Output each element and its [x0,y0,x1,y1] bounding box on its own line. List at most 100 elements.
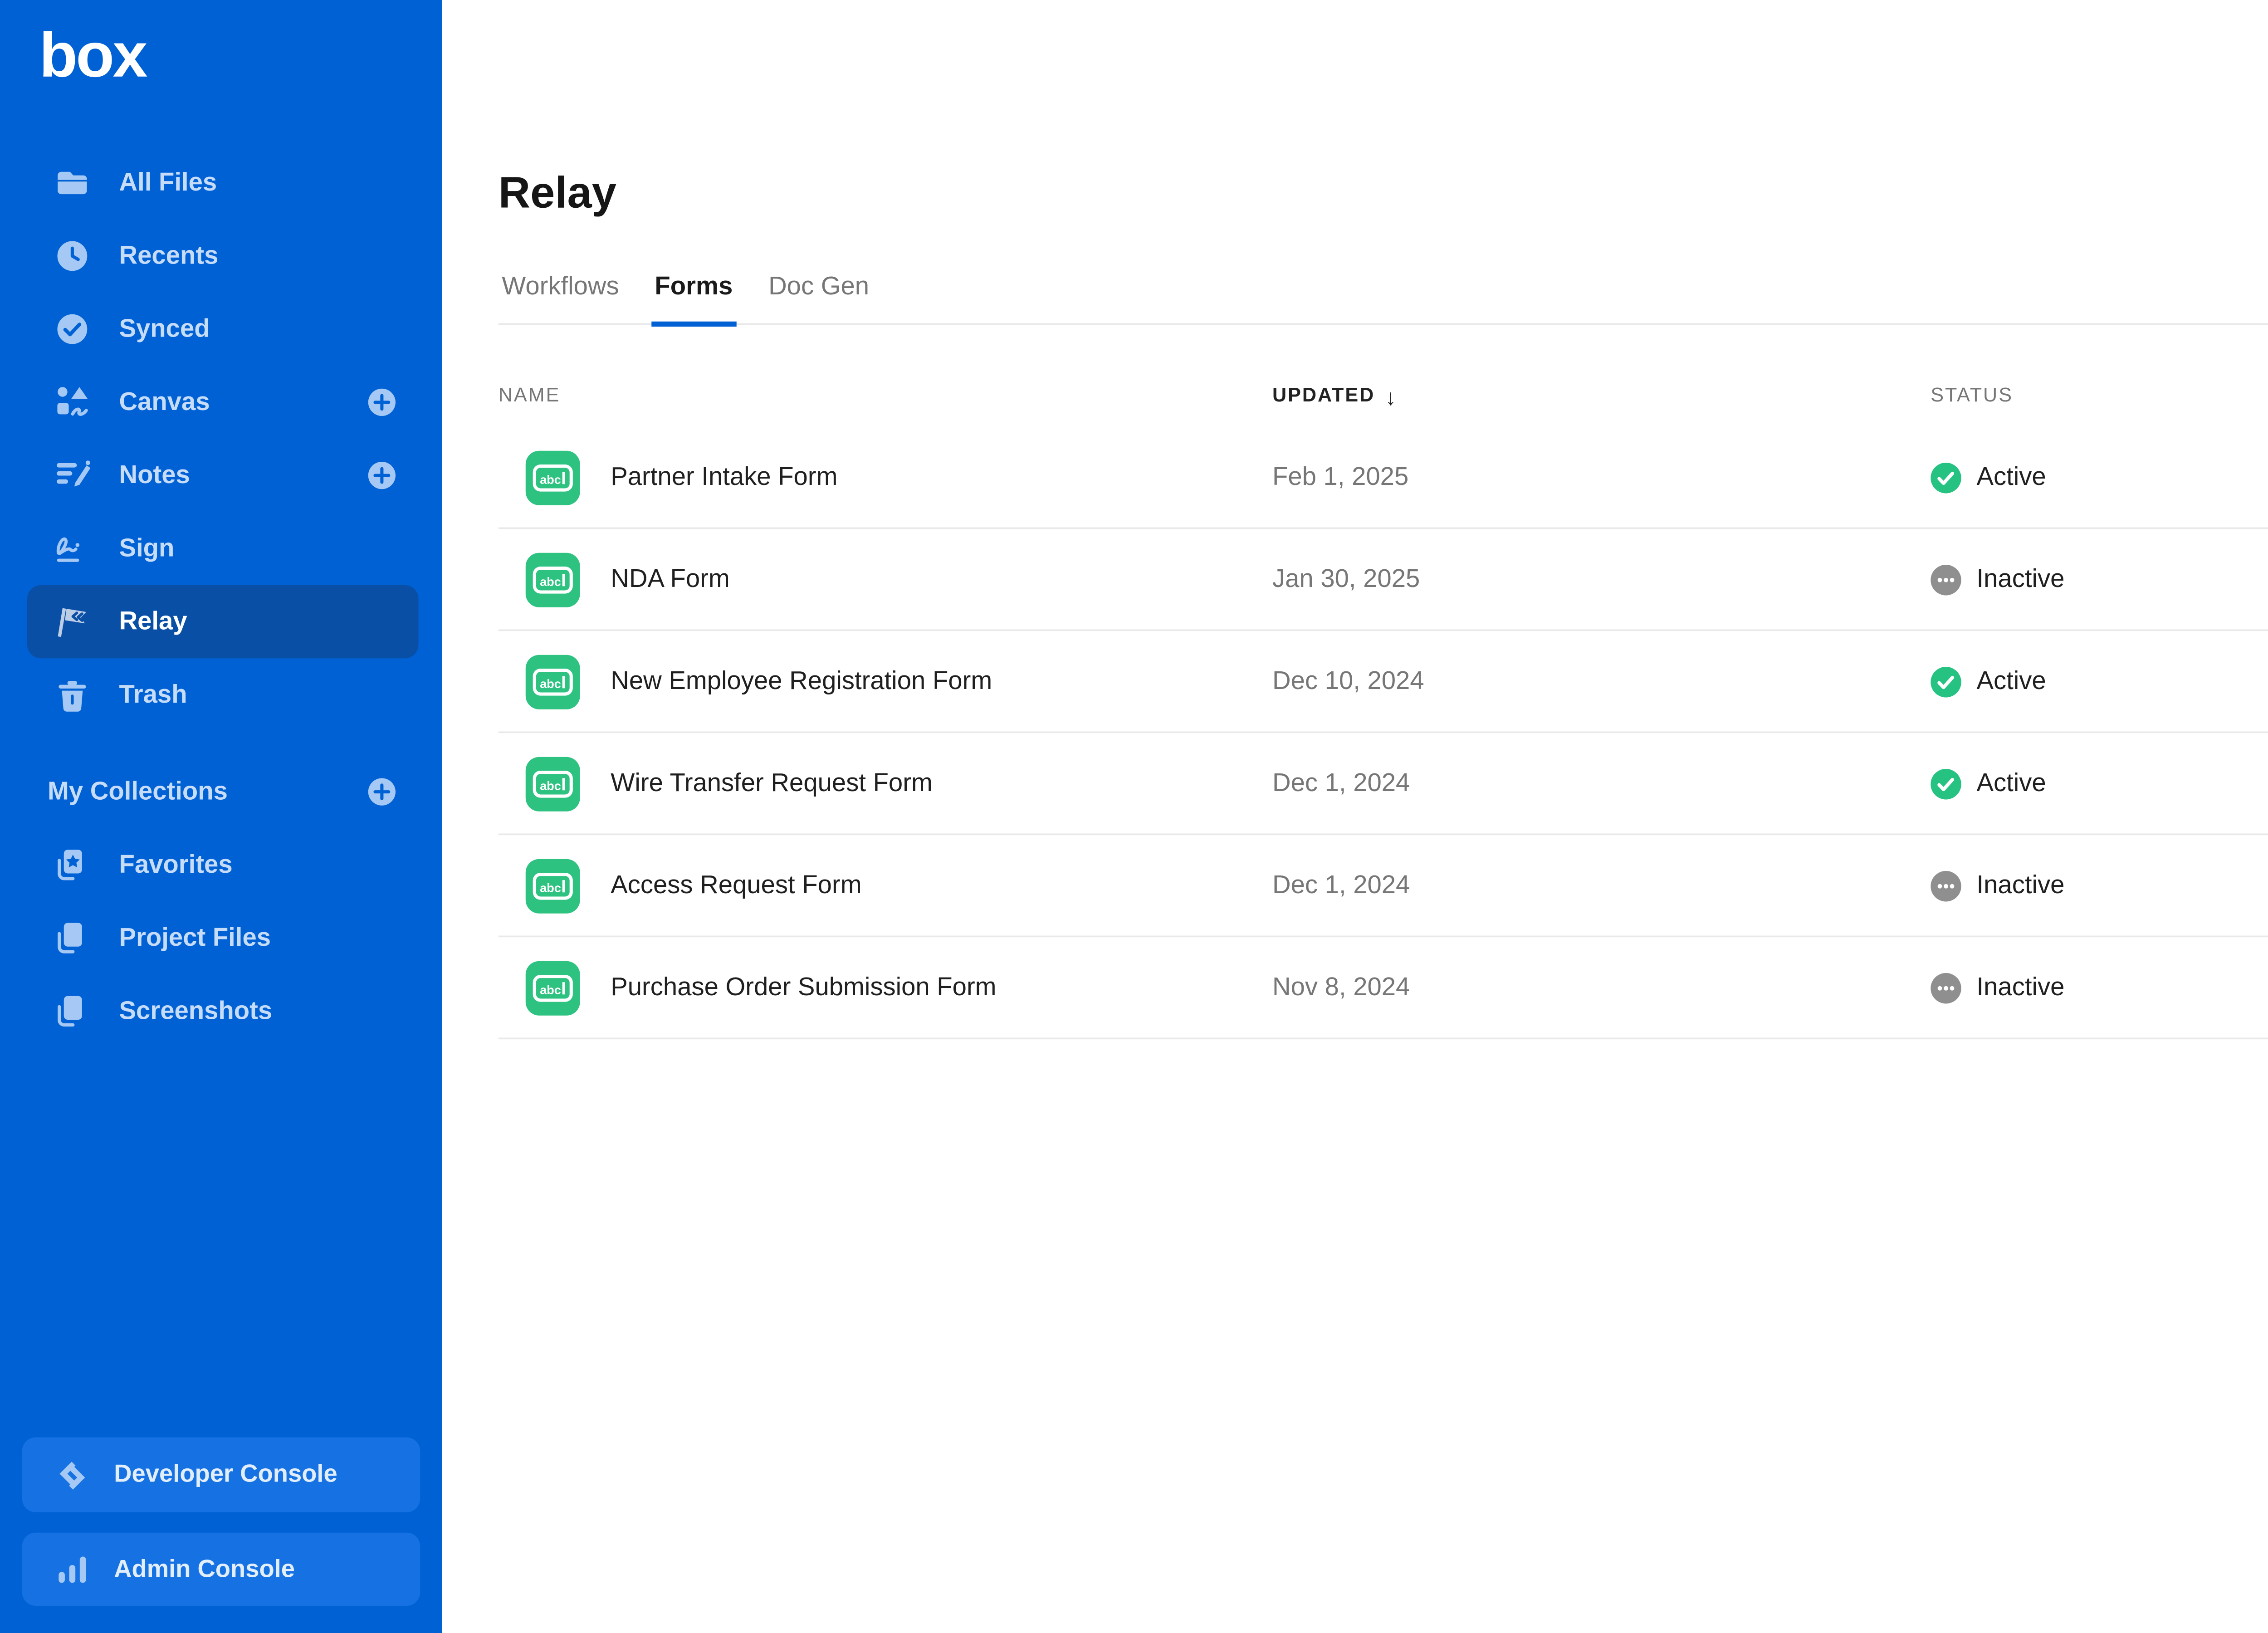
form-file-icon: abc [526,960,580,1015]
sidebar-item-synced[interactable]: Synced [27,293,419,366]
sidebar-item-notes[interactable]: Notes [27,439,419,512]
table-row[interactable]: abc New Employee Registration Form Dec 1… [499,631,2268,733]
name-cell: abc Access Request Form [499,858,1272,913]
my-collections-header: My Collections [0,755,419,828]
signature-icon [54,531,90,567]
notes-icon [54,458,90,494]
main-content: Relay New + Workflows Forms Doc Gen NAME… [442,0,2268,1633]
my-collections-section: My Collections [0,755,442,828]
name-cell: abc NDA Form [499,552,1272,606]
updated-date: Feb 1, 2025 [1272,463,1931,492]
name-cell: abc Purchase Order Submission Form [499,960,1272,1015]
table-row[interactable]: abc Wire Transfer Request Form Dec 1, 20… [499,733,2268,835]
status-cell: Inactive [1931,972,2064,1003]
status-icon [1931,666,1961,697]
my-collections-label: My Collections [48,777,228,807]
sidebar-item-all-files[interactable]: All Files [27,147,419,220]
sidebar-item-label: Screenshots [119,997,273,1026]
column-header-updated[interactable]: UPDATED ↓ [1272,384,1931,409]
table-body: abc Partner Intake Form Feb 1, 2025 Acti… [499,427,2268,1039]
table-row[interactable]: abc Access Request Form Dec 1, 2024 Inac… [499,835,2268,937]
box-logo[interactable]: box [39,24,146,87]
sidebar-item-label: Relay [119,607,187,636]
add-canvas-icon[interactable] [367,388,396,417]
name-cell: abc New Employee Registration Form [499,654,1272,709]
updated-date: Dec 10, 2024 [1272,667,1931,696]
updated-date: Nov 8, 2024 [1272,973,1931,1002]
svg-text:abc: abc [540,983,561,996]
add-notes-icon[interactable] [367,461,396,490]
table-row[interactable]: abc Purchase Order Submission Form Nov 8… [499,937,2268,1039]
tab-workflows[interactable]: Workflows [499,272,622,323]
relay-flag-icon [54,604,90,640]
column-header-name[interactable]: NAME [499,386,1272,406]
sidebar-item-label: Notes [119,461,190,490]
sort-desc-icon: ↓ [1385,384,1398,409]
trash-icon [54,677,90,713]
admin-console-label: Admin Console [114,1555,295,1583]
svg-text:abc: abc [540,676,561,690]
sidebar-item-project-files[interactable]: Project Files [27,902,419,975]
sidebar-item-relay[interactable]: Relay [27,585,419,658]
tab-forms[interactable]: Forms [651,272,736,327]
form-name: Partner Intake Form [611,463,837,492]
form-file-icon: abc [526,450,580,504]
sidebar-item-screenshots[interactable]: Screenshots [27,975,419,1048]
status-cell: Inactive [1931,564,2064,595]
sidebar-item-canvas[interactable]: Canvas [27,366,419,439]
status-icon [1931,768,1961,799]
developer-console-label: Developer Console [114,1461,337,1488]
form-file-icon: abc [526,858,580,913]
clock-icon [54,238,90,274]
updated-date: Dec 1, 2024 [1272,769,1931,798]
form-file-icon: abc [526,654,580,709]
svg-text:abc: abc [540,778,561,792]
sidebar-item-trash[interactable]: Trash [27,658,419,731]
status-label: Active [1977,463,2046,492]
sidebar-item-label: Project Files [119,924,271,953]
collection-card-icon [54,993,90,1029]
form-name: Wire Transfer Request Form [611,769,933,798]
table-row[interactable]: abc Partner Intake Form Feb 1, 2025 Acti… [499,427,2268,529]
status-label: Active [1977,667,2046,696]
bar-chart-icon [54,1551,90,1587]
name-cell: abc Partner Intake Form [499,450,1272,504]
svg-text:abc: abc [540,880,561,894]
sidebar-item-favorites[interactable]: Favorites [27,828,419,901]
sidebar-nav: All Files Recents Synced Canvas [0,147,442,732]
collections-list: Favorites Project Files Screenshots [0,828,442,1048]
folder-icon [54,165,90,201]
status-icon [1931,564,1961,595]
status-label: Inactive [1977,871,2065,900]
forms-table: NAME UPDATED ↓ STATUS abc Partner Intake… [499,374,2268,1039]
status-cell: Active [1931,768,2046,799]
sidebar: box All Files Recents Synced [0,0,442,1633]
status-cell: Active [1931,462,2046,493]
favorites-card-icon [54,847,90,883]
canvas-icon [54,385,90,420]
admin-console-button[interactable]: Admin Console [22,1533,420,1606]
dev-console-icon [54,1457,90,1493]
tab-doc-gen[interactable]: Doc Gen [765,272,873,323]
sidebar-item-sign[interactable]: Sign [27,512,419,585]
sidebar-item-label: Recents [119,242,219,271]
status-label: Inactive [1977,565,2065,594]
sidebar-item-label: All Files [119,168,217,197]
sidebar-item-recents[interactable]: Recents [27,220,419,293]
collection-card-icon [54,920,90,956]
form-name: Purchase Order Submission Form [611,973,996,1002]
column-header-status[interactable]: STATUS [1931,386,2013,406]
name-cell: abc Wire Transfer Request Form [499,756,1272,811]
sidebar-item-label: Canvas [119,388,210,417]
table-row[interactable]: abc NDA Form Jan 30, 2025 Inactive [499,529,2268,631]
add-collection-icon[interactable] [367,777,396,807]
status-cell: Inactive [1931,870,2064,901]
table-header: NAME UPDATED ↓ STATUS [499,374,2268,419]
sidebar-item-label: Trash [119,680,187,709]
updated-date: Jan 30, 2025 [1272,565,1931,594]
form-name: New Employee Registration Form [611,667,992,696]
status-cell: Active [1931,666,2046,697]
developer-console-button[interactable]: Developer Console [22,1437,420,1512]
updated-date: Dec 1, 2024 [1272,871,1931,900]
svg-text:abc: abc [540,574,561,588]
